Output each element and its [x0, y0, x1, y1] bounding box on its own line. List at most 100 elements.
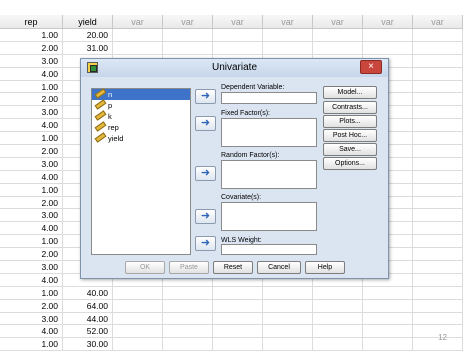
cell-rep[interactable]: 2.00 — [0, 41, 63, 55]
cell-yield[interactable]: 52.00 — [63, 325, 113, 339]
cell-empty[interactable] — [263, 312, 313, 326]
cell-empty[interactable] — [413, 196, 463, 210]
variable-item[interactable]: p — [92, 99, 190, 111]
cell-empty[interactable] — [163, 286, 213, 300]
column-header-var[interactable]: var — [313, 15, 363, 29]
cell-empty[interactable] — [163, 338, 213, 352]
cell-yield[interactable]: 44.00 — [63, 312, 113, 326]
cell-empty[interactable] — [363, 286, 413, 300]
paste-button[interactable]: Paste — [169, 261, 209, 274]
variable-item[interactable]: n — [92, 88, 190, 100]
cell-empty[interactable] — [413, 93, 463, 107]
column-header-rep[interactable]: rep — [0, 15, 63, 29]
cell-rep[interactable]: 4.00 — [0, 67, 63, 81]
cell-empty[interactable] — [163, 29, 213, 42]
cell-empty[interactable] — [413, 286, 463, 300]
cell-empty[interactable] — [413, 132, 463, 146]
cell-empty[interactable] — [213, 338, 263, 352]
cell-empty[interactable] — [263, 299, 313, 313]
cell-rep[interactable]: 3.00 — [0, 209, 63, 223]
cell-empty[interactable] — [213, 312, 263, 326]
cell-yield[interactable]: 30.00 — [63, 338, 113, 352]
cell-rep[interactable]: 3.00 — [0, 261, 63, 274]
cell-empty[interactable] — [263, 325, 313, 339]
column-header-var[interactable]: var — [363, 15, 413, 29]
cell-empty[interactable] — [213, 41, 263, 55]
cell-yield[interactable]: 20.00 — [63, 29, 113, 42]
cell-rep[interactable]: 2.00 — [0, 299, 63, 313]
cell-empty[interactable] — [113, 325, 163, 339]
fixed-factors-list[interactable] — [221, 118, 317, 147]
cell-rep[interactable]: 2.00 — [0, 93, 63, 107]
cell-empty[interactable] — [413, 183, 463, 197]
dialog-titlebar[interactable]: Univariate × — [81, 59, 388, 77]
move-to-random-factor-arrow-button[interactable]: ➜ — [195, 166, 216, 181]
cell-empty[interactable] — [413, 273, 463, 287]
cell-rep[interactable]: 2.00 — [0, 145, 63, 158]
cell-empty[interactable] — [263, 29, 313, 42]
cell-empty[interactable] — [213, 325, 263, 339]
cell-empty[interactable] — [313, 325, 363, 339]
column-header-var[interactable]: var — [413, 15, 463, 29]
cell-empty[interactable] — [213, 286, 263, 300]
cell-empty[interactable] — [413, 209, 463, 223]
move-to-fixed-factor-arrow-button[interactable]: ➜ — [195, 116, 216, 131]
variable-item[interactable]: yield — [92, 132, 190, 144]
cell-empty[interactable] — [113, 29, 163, 42]
cell-empty[interactable] — [413, 261, 463, 274]
cell-rep[interactable]: 1.00 — [0, 132, 63, 146]
cell-empty[interactable] — [213, 29, 263, 42]
cell-empty[interactable] — [313, 338, 363, 352]
cell-empty[interactable] — [413, 222, 463, 236]
covariates-list[interactable] — [221, 202, 317, 231]
cell-yield[interactable]: 31.00 — [63, 41, 113, 55]
cell-empty[interactable] — [363, 338, 413, 352]
column-header-var[interactable]: var — [163, 15, 213, 29]
cell-empty[interactable] — [413, 67, 463, 81]
cell-empty[interactable] — [163, 299, 213, 313]
close-button[interactable]: × — [360, 60, 382, 74]
move-to-dependent-arrow-button[interactable]: ➜ — [195, 89, 216, 104]
move-to-wls-weight-arrow-button[interactable]: ➜ — [195, 236, 216, 251]
move-to-covariate-arrow-button[interactable]: ➜ — [195, 209, 216, 224]
post-hoc-button[interactable]: Post Hoc... — [323, 129, 377, 142]
cell-rep[interactable]: 1.00 — [0, 29, 63, 42]
cell-empty[interactable] — [313, 41, 363, 55]
column-header-yield[interactable]: yield — [63, 15, 113, 29]
options-button[interactable]: Options... — [323, 157, 377, 170]
cell-rep[interactable]: 1.00 — [0, 80, 63, 94]
cell-yield[interactable]: 40.00 — [63, 286, 113, 300]
cell-rep[interactable]: 1.00 — [0, 183, 63, 197]
cell-rep[interactable]: 3.00 — [0, 157, 63, 171]
cell-empty[interactable] — [413, 29, 463, 42]
cell-empty[interactable] — [413, 80, 463, 94]
cell-empty[interactable] — [363, 325, 413, 339]
wls-weight-field[interactable] — [221, 244, 317, 255]
cell-empty[interactable] — [113, 41, 163, 55]
ok-button[interactable]: OK — [125, 261, 165, 274]
cell-empty[interactable] — [363, 29, 413, 42]
variable-item[interactable]: k — [92, 110, 190, 122]
cell-empty[interactable] — [313, 299, 363, 313]
column-header-var[interactable]: var — [113, 15, 163, 29]
cell-empty[interactable] — [413, 145, 463, 158]
cell-empty[interactable] — [413, 235, 463, 249]
cell-rep[interactable]: 1.00 — [0, 235, 63, 249]
cell-empty[interactable] — [413, 170, 463, 184]
cell-empty[interactable] — [113, 286, 163, 300]
cell-rep[interactable]: 4.00 — [0, 222, 63, 236]
cell-empty[interactable] — [413, 248, 463, 262]
cell-rep[interactable]: 2.00 — [0, 248, 63, 262]
cell-rep[interactable]: 4.00 — [0, 170, 63, 184]
cell-rep[interactable]: 3.00 — [0, 106, 63, 120]
model-button[interactable]: Model... — [323, 86, 377, 99]
cell-empty[interactable] — [113, 338, 163, 352]
cell-rep[interactable]: 1.00 — [0, 286, 63, 300]
variable-list[interactable]: n p k rep yield — [91, 88, 191, 255]
cell-empty[interactable] — [163, 325, 213, 339]
cell-empty[interactable] — [313, 29, 363, 42]
cell-empty[interactable] — [413, 299, 463, 313]
cell-empty[interactable] — [413, 119, 463, 133]
reset-button[interactable]: Reset — [213, 261, 253, 274]
cell-empty[interactable] — [263, 41, 313, 55]
